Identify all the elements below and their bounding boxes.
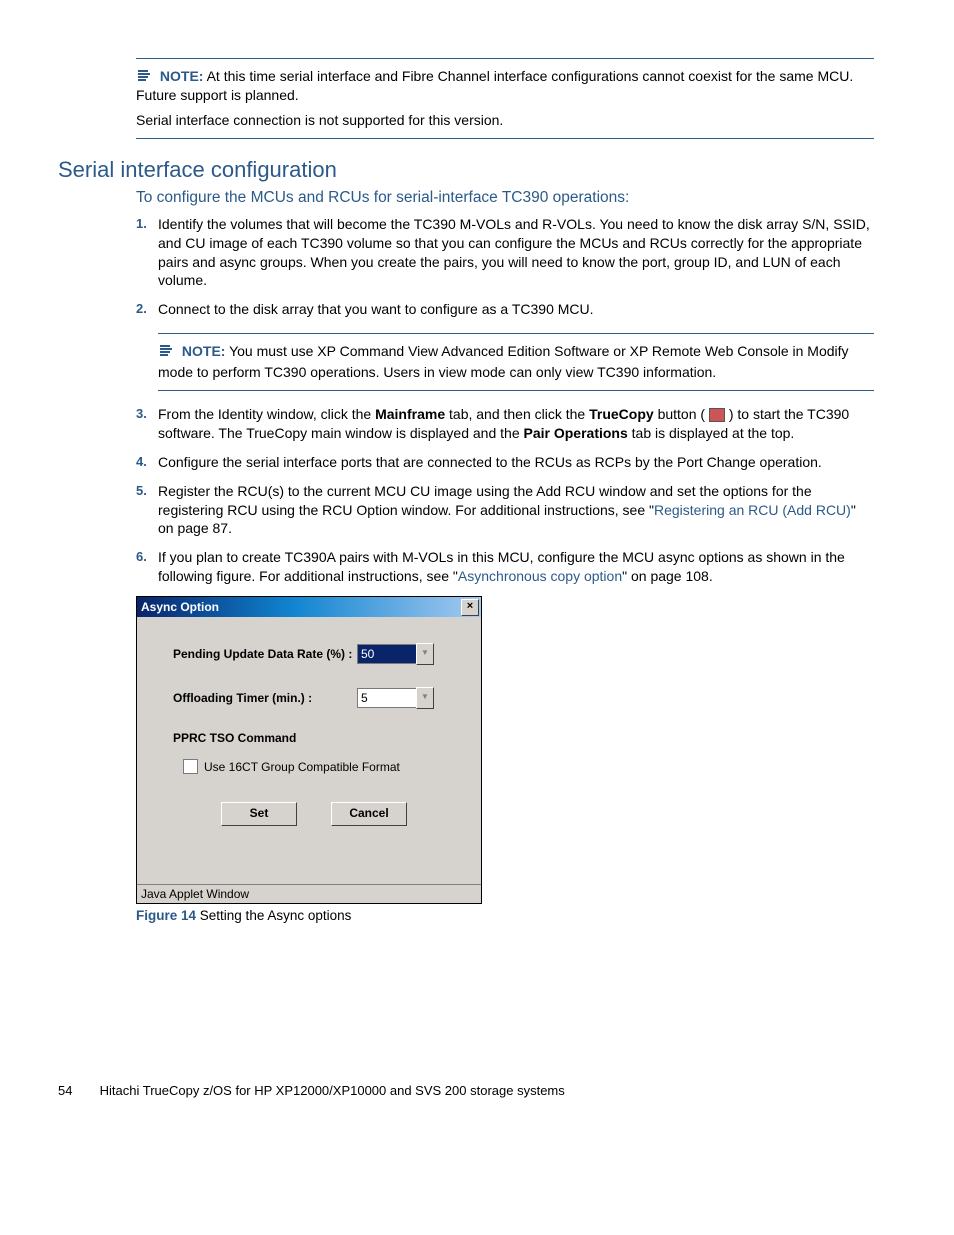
step-2: 2. Connect to the disk array that you wa…: [136, 300, 874, 391]
section-heading: Serial interface configuration: [58, 157, 874, 183]
pprc-section-label: PPRC TSO Command: [173, 731, 455, 745]
step-4: 4. Configure the serial interface ports …: [136, 453, 874, 472]
pending-update-input[interactable]: 50: [357, 644, 417, 664]
page-number: 54: [58, 1083, 96, 1098]
close-icon[interactable]: ×: [461, 599, 479, 616]
step-1: 1. Identify the volumes that will become…: [136, 215, 874, 291]
figure-caption: Figure 14 Setting the Async options: [136, 908, 874, 923]
dropdown-icon[interactable]: ▼: [416, 643, 434, 665]
async-option-dialog: Async Option × Pending Update Data Rate …: [136, 596, 482, 904]
status-bar: Java Applet Window: [137, 884, 481, 903]
note-text-2: Serial interface connection is not suppo…: [136, 111, 874, 130]
note-label: NOTE:: [160, 68, 204, 84]
step-3: 3. From the Identity window, click the M…: [136, 405, 874, 443]
pending-update-label: Pending Update Data Rate (%) :: [173, 647, 357, 661]
offloading-timer-label: Offloading Timer (min.) :: [173, 691, 357, 705]
set-button[interactable]: Set: [221, 802, 297, 826]
link-async-copy-option[interactable]: Asynchronous copy option: [458, 568, 622, 584]
step-5: 5. Register the RCU(s) to the current MC…: [136, 482, 874, 539]
use-16ct-checkbox[interactable]: [183, 759, 198, 774]
note-icon: [136, 67, 154, 86]
dialog-title: Async Option: [141, 600, 461, 614]
note-label: NOTE:: [182, 343, 226, 359]
offloading-timer-input[interactable]: 5: [357, 688, 417, 708]
step-6: 6. If you plan to create TC390A pairs wi…: [136, 548, 874, 586]
note-icon: [158, 342, 176, 363]
footer-text: Hitachi TrueCopy z/OS for HP XP12000/XP1…: [100, 1083, 565, 1098]
truecopy-icon: [709, 408, 725, 422]
page-footer: 54 Hitachi TrueCopy z/OS for HP XP12000/…: [58, 1083, 874, 1098]
use-16ct-label: Use 16CT Group Compatible Format: [204, 760, 400, 774]
inner-note-text: You must use XP Command View Advanced Ed…: [158, 343, 849, 380]
section-subheading: To configure the MCUs and RCUs for seria…: [136, 189, 874, 207]
cancel-button[interactable]: Cancel: [331, 802, 407, 826]
note-text-1: At this time serial interface and Fibre …: [136, 68, 853, 103]
dropdown-icon[interactable]: ▼: [416, 687, 434, 709]
link-registering-rcu[interactable]: Registering an RCU (Add RCU): [654, 502, 851, 518]
